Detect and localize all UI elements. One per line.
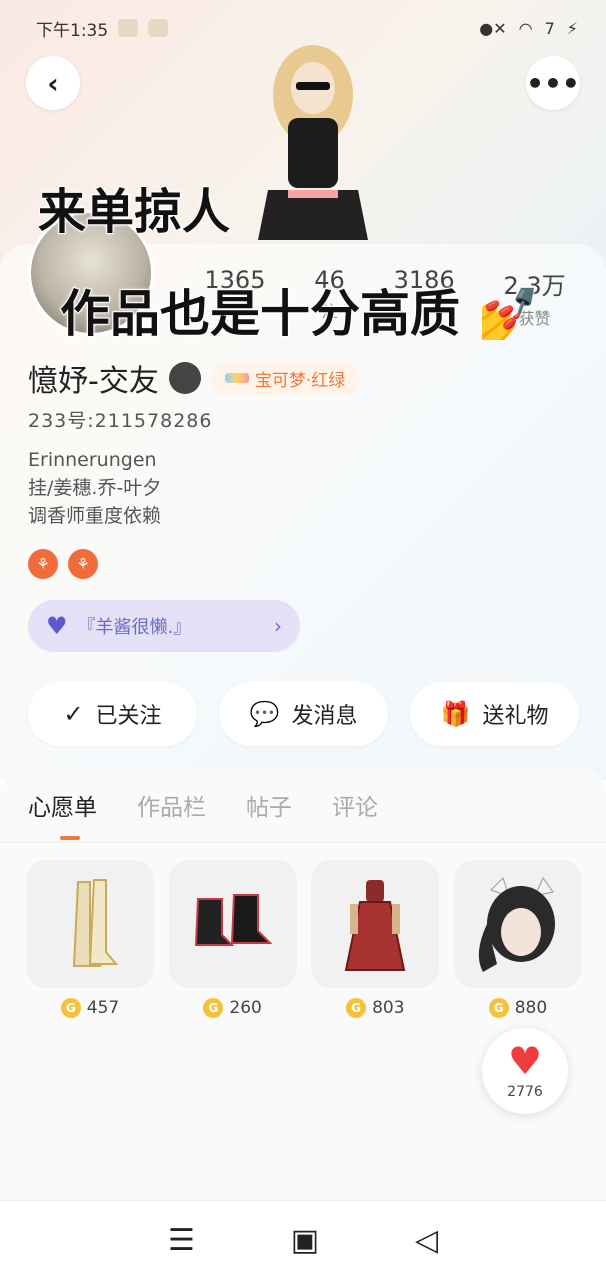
- character-figure: [258, 45, 368, 240]
- wishlist-thumbnail: [453, 860, 582, 988]
- wishlist-item[interactable]: G 260: [168, 860, 297, 1018]
- home-heart-icon[interactable]: ▣: [291, 1223, 319, 1258]
- nickname: 憶妤-交友: [28, 364, 159, 399]
- nickname-row: 憶妤-交友 宝可梦·红绿: [28, 356, 360, 400]
- wishlist-price: G 880: [454, 998, 582, 1018]
- action-row: ✓ 已关注 💬 发消息 🎁 送礼物: [28, 682, 580, 746]
- app-notification-icon: [118, 19, 139, 37]
- coin-icon: G: [203, 998, 224, 1018]
- tab-bar: 心愿单 作品栏 帖子 评论: [28, 788, 378, 822]
- follow-label: 已关注: [95, 704, 162, 729]
- wifi-icon: ◠: [518, 18, 533, 38]
- wishlist-thumbnail: [168, 860, 297, 988]
- tab-comments[interactable]: 评论: [332, 788, 378, 822]
- more-dots-icon: •••: [526, 66, 580, 100]
- like-button[interactable]: ♥ 2776: [482, 1028, 568, 1114]
- like-count: 2776: [507, 1084, 543, 1100]
- wishlist-price: G 260: [169, 998, 297, 1018]
- price-value: 880: [514, 998, 548, 1018]
- purple-heart-icon: ♥: [46, 612, 68, 640]
- divider: [0, 842, 606, 843]
- wishlist-thumbnail: [26, 860, 154, 988]
- app-notification-icon-2: [148, 19, 169, 37]
- gift-label: 送礼物: [482, 704, 549, 729]
- status-time: 下午1:35: [36, 20, 109, 41]
- chevron-left-icon: ‹: [47, 66, 59, 100]
- overlay-caption-2: 作品也是十分高质 💅: [59, 274, 541, 346]
- check-icon: ✓: [63, 700, 84, 728]
- user-id: 233号:211578286: [28, 410, 213, 432]
- heart-icon: ♥: [507, 1039, 543, 1083]
- back-button[interactable]: ‹: [26, 56, 80, 110]
- face-emoji-icon: [168, 362, 201, 394]
- badge-logo-icon: [224, 373, 249, 383]
- wishlist-item[interactable]: G 457: [26, 860, 154, 1018]
- message-button[interactable]: 💬 发消息: [219, 682, 388, 746]
- charging-icon: ⚡: [566, 18, 578, 38]
- overlay-caption-1: 来单掠人: [37, 183, 231, 241]
- badge-label: 宝可梦·红绿: [254, 370, 346, 391]
- message-label: 发消息: [291, 704, 358, 729]
- status-left: 下午1:35: [36, 16, 169, 41]
- chat-bubble-icon: 💬: [249, 700, 280, 728]
- active-tab-indicator: [60, 836, 80, 840]
- coin-icon: G: [60, 998, 81, 1018]
- wishlist-item[interactable]: G 880: [453, 860, 582, 1018]
- nail-polish-icon: 💅: [476, 284, 540, 344]
- tab-wishlist[interactable]: 心愿单: [28, 788, 97, 822]
- heels-icon: [194, 894, 273, 946]
- menu-icon[interactable]: ☰: [168, 1223, 195, 1258]
- price-value: 457: [86, 998, 120, 1018]
- wishlist-grid: G 457 G 260 G 803 G 880: [26, 860, 582, 1018]
- tag-icon[interactable]: ⚘: [28, 549, 58, 579]
- hair-icon: [478, 876, 555, 972]
- wishlist-item[interactable]: G 803: [311, 860, 440, 1018]
- tab-posts[interactable]: 帖子: [246, 788, 292, 822]
- tag-icon[interactable]: ⚘: [68, 549, 98, 579]
- bio: Erinnerungen 挂/姜穗.乔-叶夕 调香师重度依赖: [28, 446, 161, 530]
- bio-line: 挂/姜穗.乔-叶夕: [28, 477, 162, 499]
- overlay-caption-2-text: 作品也是十分高质: [59, 284, 461, 344]
- tab-works[interactable]: 作品栏: [137, 788, 206, 822]
- battery-icon: 7: [544, 18, 555, 38]
- wishlist-price: G 803: [311, 998, 439, 1018]
- follow-button[interactable]: ✓ 已关注: [28, 682, 197, 746]
- notification-icon: ●✕: [479, 18, 507, 38]
- status-pill[interactable]: ♥ 『羊酱很懒.』 ›: [28, 600, 300, 652]
- bio-line: 调香师重度依赖: [28, 505, 162, 527]
- price-value: 260: [229, 998, 262, 1018]
- boots-icon: [72, 879, 119, 967]
- wishlist-price: G 457: [26, 998, 154, 1018]
- coin-icon: G: [346, 998, 367, 1018]
- chevron-right-icon: ›: [274, 614, 282, 638]
- status-right: ●✕ ◠ 7 ⚡: [479, 19, 578, 38]
- coin-icon: G: [488, 998, 509, 1018]
- price-value: 803: [372, 998, 405, 1018]
- game-badge[interactable]: 宝可梦·红绿: [210, 361, 360, 395]
- wishlist-thumbnail: [311, 860, 440, 988]
- status-text: 『羊酱很懒.』: [77, 617, 192, 638]
- dress-icon: [345, 880, 406, 971]
- tag-row: ⚘ ⚘: [28, 549, 98, 579]
- bio-line: Erinnerungen: [28, 449, 157, 471]
- gift-icon: 🎁: [440, 700, 471, 728]
- gift-button[interactable]: 🎁 送礼物: [410, 682, 579, 746]
- back-triangle-icon[interactable]: ◁: [415, 1223, 438, 1258]
- system-nav-bar: ☰ ▣ ◁: [0, 1200, 606, 1280]
- more-button[interactable]: •••: [526, 56, 580, 110]
